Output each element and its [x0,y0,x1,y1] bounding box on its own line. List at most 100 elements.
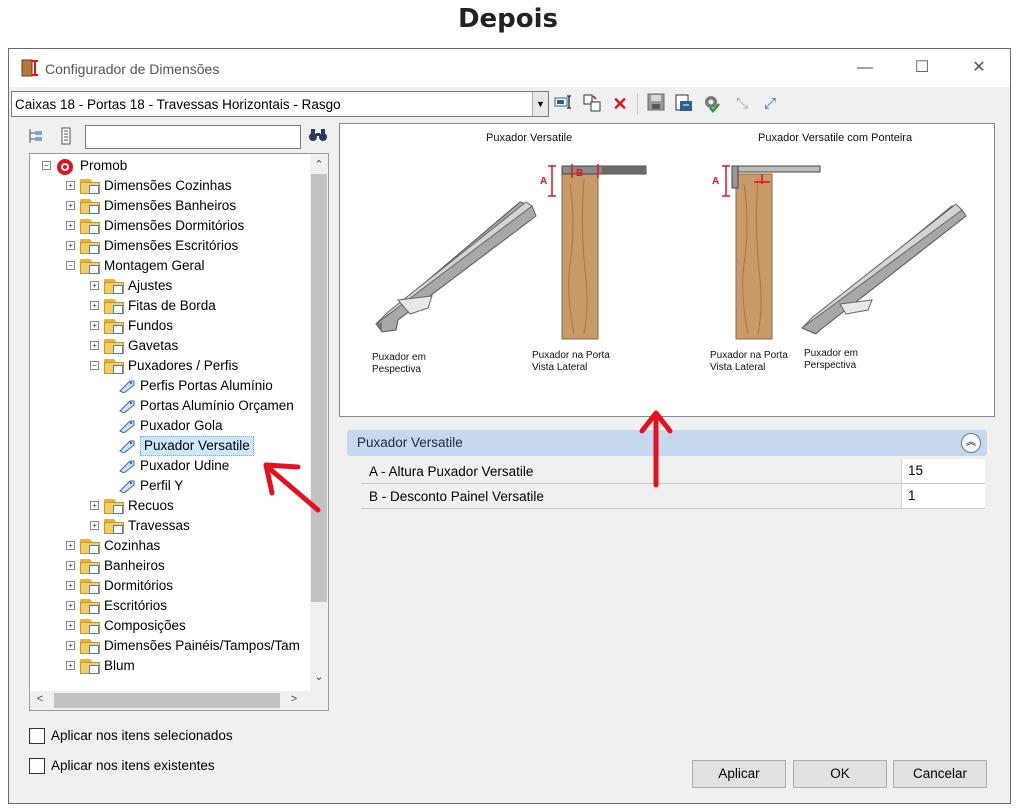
tree-item[interactable]: + Fundos [30,316,310,336]
scroll-right-icon[interactable]: > [286,693,302,705]
save-icon[interactable] [645,93,667,115]
chevron-down-icon[interactable]: ▼ [532,92,548,116]
toolbar-separator [637,93,638,115]
tree-item-label: Banheiros [104,558,165,573]
tree-item[interactable]: + Banheiros [30,556,310,576]
checkbox-label: Aplicar nos itens existentes [51,758,215,773]
checkbox-box[interactable] [29,758,45,774]
property-label: A - Altura Puxador Versatile [369,464,534,479]
expand-icon[interactable]: + [90,281,99,290]
tree-item[interactable]: + Dimensões Banheiros [30,196,310,216]
tree-item-label: Dimensões Painéis/Tampos/Tam [104,638,300,653]
tree-item[interactable]: + Dimensões Dormitórios [30,216,310,236]
expand-icon[interactable]: + [90,301,99,310]
configuration-tree[interactable]: − Promob + Dimensões Cozinhas + Dimensões Ban… [29,153,329,711]
tree-item[interactable]: + Composições [30,616,310,636]
tag-icon [118,379,136,394]
app-icon [21,59,38,77]
export-icon[interactable] [673,93,695,115]
settings-icon[interactable] [701,93,723,115]
minimize-button[interactable]: — [845,55,885,81]
scroll-left-icon[interactable]: < [32,693,48,705]
tree-item[interactable]: + Fitas de Borda [30,296,310,316]
tree-item-label: Travessas [128,518,190,533]
tree-item[interactable]: Perfis Portas Alumínio [30,376,310,396]
maximize-button[interactable]: ☐ [902,55,942,81]
property-value-input[interactable]: 1 [901,484,985,508]
expand-icon[interactable]: + [66,601,75,610]
page-title: Depois [457,4,559,34]
tree-vertical-scroll-thumb[interactable] [311,174,327,602]
close-button[interactable]: ✕ [959,55,999,81]
folder-icon [80,618,100,634]
tree-item-label: Montagem Geral [104,258,205,273]
expand-icon[interactable]: + [66,181,75,190]
tree-item[interactable]: + Dimensões Escritórios [30,236,310,256]
folder-icon [80,538,100,554]
configuration-select[interactable]: Caixas 18 - Portas 18 - Travessas Horizo… [11,91,549,117]
expand-icon[interactable]: + [66,201,75,210]
collapse-up-icon[interactable]: ︽ [961,433,981,453]
tree-item[interactable]: + Dormitórios [30,576,310,596]
checkbox-box[interactable] [29,728,45,744]
collapse-icon[interactable]: − [90,361,99,370]
property-value-input[interactable]: 15 [901,459,985,483]
folder-icon [80,658,100,674]
cancel-button[interactable]: Cancelar [893,760,987,788]
tree-item[interactable]: − Montagem Geral [30,256,310,276]
tree-item[interactable]: + Ajustes [30,276,310,296]
apply-existing-checkbox[interactable]: Aplicar nos itens existentes [29,756,409,776]
tree-item-label: Dormitórios [104,578,174,593]
expand-icon[interactable]: + [66,661,75,670]
rename-icon[interactable] [553,93,575,115]
copy-icon[interactable] [581,93,603,115]
tree-item[interactable]: + Escritórios [30,596,310,616]
search-input[interactable] [85,125,301,149]
delete-icon[interactable]: ✕ [609,93,631,115]
expand-icon[interactable]: + [90,341,99,350]
tree-horizontal-scroll-thumb[interactable] [54,693,280,708]
tree-horizontal-scrollbar[interactable]: < > [30,691,328,710]
tree-view-icon[interactable] [27,127,45,147]
tree-item[interactable]: − Puxadores / Perfis [30,356,310,376]
expand-icon[interactable]: + [66,641,75,650]
tree-item-label: Cozinhas [104,538,161,553]
tree-item[interactable]: + Gavetas [30,336,310,356]
tree-item[interactable]: Portas Alumínio Orçamen [30,396,310,416]
folder-icon [104,518,124,534]
apply-selected-checkbox[interactable]: Aplicar nos itens selecionados [29,726,409,746]
tree-item[interactable]: + Blum [30,656,310,676]
tree-item[interactable]: + Dimensões Painéis/Tampos/Tam [30,636,310,656]
ok-button[interactable]: OK [793,760,887,788]
tree-item-label: Puxador Gola [140,418,223,433]
tree-item[interactable]: − Promob [30,156,310,176]
expand-icon[interactable]: + [66,581,75,590]
configurator-window: Configurador de Dimensões — ☐ ✕ Caixas 1… [8,48,1011,804]
scroll-down-icon[interactable]: ⌄ [311,670,327,683]
tree-vertical-scrollbar[interactable]: ⌃ ⌄ [310,154,328,692]
tree-item-label: Blum [104,658,135,673]
tree-item[interactable]: Puxador Gola [30,416,310,436]
collapse-icon[interactable]: − [66,261,75,270]
apply-button[interactable]: Aplicar [692,760,786,788]
expand-icon[interactable]: + [90,501,99,510]
list-view-icon[interactable] [57,127,75,147]
tree-item-label: Composições [104,618,186,633]
expand-icon[interactable]: + [90,521,99,530]
expand-icon[interactable]: + [66,541,75,550]
tree-item[interactable]: + Cozinhas [30,536,310,556]
collapse-arrows-icon[interactable]: ⤡ [731,93,753,115]
caption-left-side: Puxador na Porta Vista Lateral [532,350,610,373]
expand-icon[interactable]: + [90,321,99,330]
property-label: B - Desconto Painel Versatile [369,489,544,504]
scroll-up-icon[interactable]: ⌃ [311,158,327,171]
binoculars-icon[interactable] [307,127,329,147]
expand-arrows-icon[interactable]: ⤢ [759,93,781,115]
expand-icon[interactable]: + [66,241,75,250]
expand-icon[interactable]: + [66,221,75,230]
expand-icon[interactable]: + [66,621,75,630]
tree-item-label: Recuos [128,498,174,513]
collapse-icon[interactable]: − [42,161,51,170]
expand-icon[interactable]: + [66,561,75,570]
tree-item[interactable]: + Dimensões Cozinhas [30,176,310,196]
